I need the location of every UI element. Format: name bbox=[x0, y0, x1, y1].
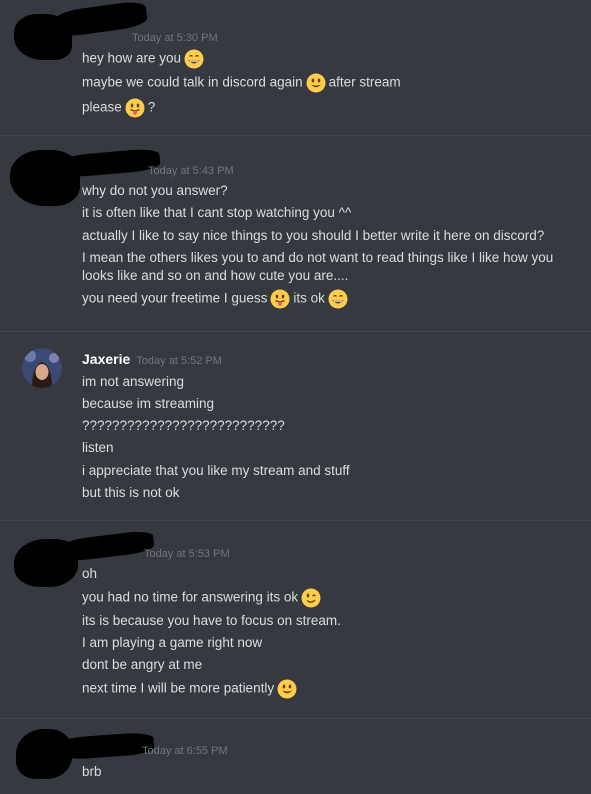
username[interactable]: Jaxerie bbox=[82, 351, 130, 367]
smiley-face-icon bbox=[277, 679, 297, 699]
message-line: next time I will be more patiently bbox=[82, 679, 300, 699]
message-line: maybe we could talk in discord again afte… bbox=[82, 73, 401, 93]
message-line: why do not you answer? bbox=[82, 183, 228, 198]
message-line: because im streaming bbox=[82, 396, 215, 411]
timestamp: Today at 6:55 PM bbox=[142, 745, 228, 757]
avatar-image bbox=[22, 348, 62, 388]
message-line: it is often like that I cant stop watchi… bbox=[82, 205, 352, 220]
message-group: Jaxerie Today at 5:52 PM im not answering… bbox=[0, 332, 591, 520]
grinning-face-icon bbox=[328, 289, 348, 309]
timestamp: Today at 5:52 PM bbox=[136, 355, 222, 367]
message-line: I am playing a game right now bbox=[82, 635, 263, 650]
timestamp: Today at 5:30 PM bbox=[132, 32, 218, 44]
message-line: ??????????????????????????? bbox=[82, 418, 285, 433]
message-line: i appreciate that you like my stream and… bbox=[82, 463, 350, 478]
message-line: brb bbox=[82, 764, 102, 779]
message-line: but this is not ok bbox=[82, 485, 180, 500]
timestamp: Today at 5:53 PM bbox=[144, 548, 230, 560]
smiley-face-icon bbox=[306, 73, 326, 93]
message-line: oh bbox=[82, 566, 98, 581]
message-line: dont be angry at me bbox=[82, 657, 203, 672]
message-header: Today at 6:55 PM bbox=[82, 741, 228, 759]
grinning-face-icon bbox=[184, 49, 204, 69]
message-line: I mean the others likes you to and do no… bbox=[82, 250, 554, 283]
message-line: im not answering bbox=[82, 374, 185, 389]
message-line: hey how are you bbox=[82, 49, 207, 69]
message-line: you had no time for answering its ok bbox=[82, 588, 324, 608]
message-line: its is because you have to focus on stre… bbox=[82, 613, 341, 628]
timestamp: Today at 5:43 PM bbox=[148, 165, 234, 177]
message-header: Today at 5:30 PM bbox=[82, 28, 218, 46]
message-header: Today at 5:43 PM bbox=[82, 161, 234, 179]
message-group: Today at 5:43 PM why do not you answer? … bbox=[0, 136, 591, 331]
tongue-face-icon bbox=[125, 98, 145, 118]
message-line: listen bbox=[82, 440, 114, 455]
message-group: Today at 5:53 PM oh you had no time for … bbox=[0, 521, 591, 718]
message-header: Jaxerie Today at 5:52 PM bbox=[82, 351, 222, 369]
message-line: you need your freetime I guess its ok bbox=[82, 289, 351, 309]
tongue-face-icon bbox=[270, 289, 290, 309]
message-group: Today at 5:30 PM hey how are you maybe w… bbox=[0, 0, 591, 135]
message-group: Today at 6:55 PM brb bbox=[0, 719, 591, 794]
message-header: Today at 5:53 PM bbox=[82, 544, 230, 562]
message-line: actually I like to say nice things to yo… bbox=[82, 228, 545, 243]
message-line: please? bbox=[82, 98, 155, 118]
avatar[interactable] bbox=[22, 348, 62, 388]
winking-face-icon bbox=[301, 588, 321, 608]
